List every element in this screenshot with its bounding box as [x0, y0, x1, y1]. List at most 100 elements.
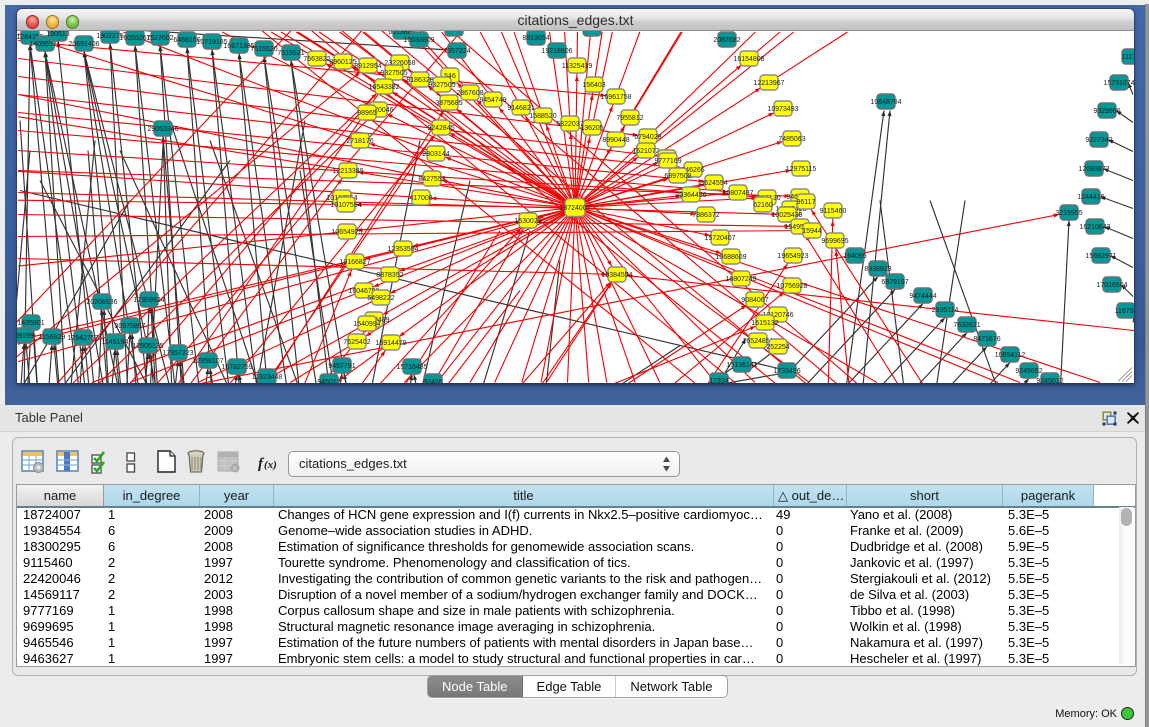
svg-text:7955812: 7955812 [616, 115, 643, 122]
svg-text:12975115: 12975115 [786, 166, 817, 173]
svg-text:252254: 252254 [766, 344, 789, 351]
svg-text:14055571: 14055571 [29, 41, 60, 48]
svg-text:10973493: 10973493 [767, 106, 798, 113]
svg-text:15716485: 15716485 [396, 364, 427, 371]
svg-text:19384554: 19384554 [601, 272, 632, 279]
svg-text:1530023: 1530023 [514, 218, 541, 225]
svg-text:19166827: 19166827 [339, 259, 370, 266]
svg-text:39159: 39159 [17, 333, 34, 340]
svg-text:8960125: 8960125 [329, 59, 356, 66]
svg-text:1435901: 1435901 [17, 320, 44, 327]
svg-text:7663822: 7663822 [303, 56, 330, 63]
svg-text:11923448: 11923448 [252, 374, 283, 381]
svg-text:1156829: 1156829 [39, 334, 66, 341]
svg-text:11173: 11173 [1122, 54, 1134, 61]
svg-text:1588520: 1588520 [529, 113, 556, 120]
svg-text:1540994: 1540994 [353, 321, 380, 328]
svg-text:2867608: 2867608 [456, 90, 483, 97]
svg-text:2087682: 2087682 [713, 37, 740, 44]
svg-text:16154808: 16154808 [733, 56, 764, 63]
svg-text:9327505: 9327505 [380, 70, 407, 77]
svg-text:17334: 17334 [709, 378, 729, 383]
svg-text:62160: 62160 [753, 202, 773, 209]
svg-text:16782759: 16782759 [221, 364, 252, 371]
svg-text:5498222: 5498222 [367, 295, 394, 302]
svg-text:10654112: 10654112 [995, 352, 1026, 359]
svg-text:190513: 190513 [46, 31, 69, 38]
svg-text:8990448: 8990448 [602, 137, 629, 144]
svg-text:9115460: 9115460 [820, 208, 847, 215]
svg-text:8813094: 8813094 [578, 31, 605, 33]
svg-text:164095: 164095 [843, 253, 866, 260]
svg-text:6879197: 6879197 [881, 279, 908, 286]
svg-text:29053346: 29053346 [147, 126, 178, 133]
svg-text:136205: 136205 [580, 125, 603, 132]
svg-text:15720407: 15720407 [704, 235, 735, 242]
svg-text:945012: 945012 [317, 379, 340, 383]
svg-text:15944: 15944 [802, 228, 822, 235]
svg-text:8471676: 8471676 [973, 336, 1000, 343]
svg-text:30975867: 30975867 [114, 323, 145, 330]
svg-text:10688609: 10688609 [715, 254, 746, 261]
svg-text:9327505: 9327505 [428, 82, 455, 89]
svg-text:6794028: 6794028 [634, 134, 661, 141]
svg-text:6897508: 6897508 [664, 173, 691, 180]
svg-text:12353594: 12353594 [387, 246, 418, 253]
svg-text:2803144: 2803144 [422, 151, 449, 158]
svg-text:8454749: 8454749 [479, 97, 506, 104]
svg-text:9457791: 9457791 [328, 363, 355, 370]
svg-text:9474444: 9474444 [909, 293, 936, 300]
svg-text:11325419: 11325419 [562, 63, 593, 70]
svg-text:17957223: 17957223 [162, 350, 193, 357]
svg-text:9242845: 9242845 [427, 125, 454, 132]
svg-text:10107554: 10107554 [330, 202, 361, 209]
svg-text:1615132: 1615132 [751, 320, 778, 327]
svg-text:10654925: 10654925 [331, 229, 362, 236]
svg-text:1621072: 1621072 [632, 148, 659, 155]
svg-text:7485063: 7485063 [778, 136, 805, 143]
svg-text:9227342: 9227342 [1085, 137, 1112, 144]
svg-text:8427552: 8427552 [418, 176, 445, 183]
svg-text:1244415: 1244415 [1077, 194, 1104, 201]
svg-text:15751074: 15751074 [1103, 80, 1134, 87]
svg-text:10807487: 10807487 [722, 190, 753, 197]
svg-text:16210643: 16210643 [1079, 224, 1110, 231]
svg-text:12093872: 12093872 [1078, 166, 1109, 173]
svg-text:18807249: 18807249 [725, 276, 756, 283]
svg-text:7632621: 7632621 [953, 322, 980, 329]
svg-text:9329966: 9329966 [1093, 108, 1120, 115]
svg-text:20364456: 20364456 [675, 192, 706, 199]
svg-text:12942757: 12942757 [67, 335, 98, 342]
svg-text:9084067: 9084067 [741, 297, 768, 304]
svg-text:7515520: 7515520 [250, 46, 277, 53]
svg-text:3215955: 3215955 [1055, 210, 1082, 217]
svg-text:7515521: 7515521 [277, 50, 304, 57]
svg-text:7625402: 7625402 [343, 339, 370, 346]
svg-text:12505135: 12505135 [132, 343, 163, 350]
svg-text:10648784: 10648784 [870, 99, 901, 106]
svg-text:8912954: 8912954 [354, 63, 381, 70]
svg-text:10025438: 10025438 [771, 212, 802, 219]
svg-text:92455: 92455 [423, 379, 443, 383]
svg-text:16914479: 16914479 [375, 340, 406, 347]
svg-text:9777169: 9777169 [654, 158, 681, 165]
svg-text:3875685: 3875685 [435, 100, 462, 107]
svg-text:9245012: 9245012 [1036, 378, 1063, 383]
svg-text:3624554: 3624554 [700, 180, 727, 187]
svg-text:19218506: 19218506 [541, 48, 572, 55]
svg-text:16961758: 16961758 [600, 94, 631, 101]
svg-text:1733426: 1733426 [773, 368, 800, 375]
svg-text:8878352: 8878352 [376, 272, 403, 279]
svg-text:12213967: 12213967 [753, 80, 784, 87]
svg-text:156403: 156403 [582, 82, 605, 89]
svg-text:8813054: 8813054 [522, 35, 549, 42]
svg-text:10958107: 10958107 [192, 358, 223, 365]
svg-text:7357224: 7357224 [443, 48, 470, 55]
svg-text:16033809: 16033809 [403, 37, 434, 44]
svg-text:17359924: 17359924 [133, 297, 164, 304]
svg-text:8938923: 8938923 [864, 266, 891, 273]
svg-text:2718176: 2718176 [346, 138, 373, 145]
svg-text:19654923: 19654923 [777, 253, 808, 260]
svg-text:116753: 116753 [1115, 308, 1134, 315]
svg-text:20691406: 20691406 [68, 41, 99, 48]
